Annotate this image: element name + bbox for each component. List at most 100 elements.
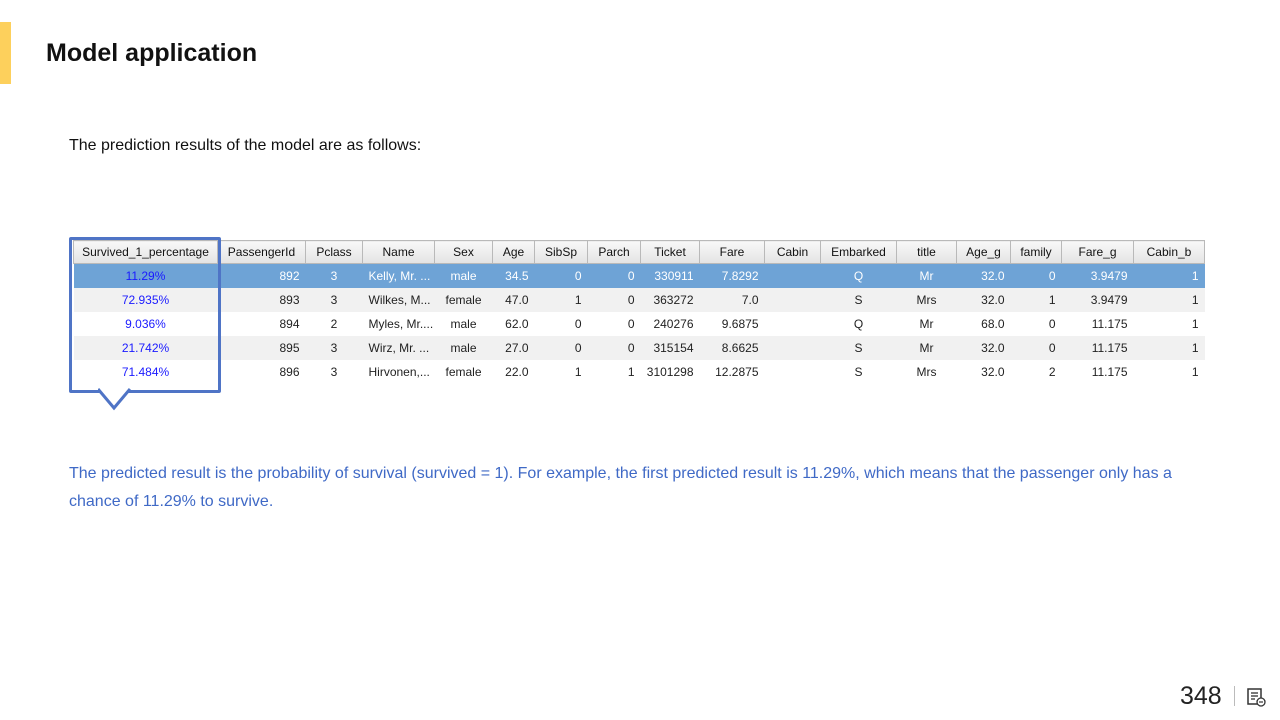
cell-parch: 0	[587, 312, 641, 336]
cell-sibsp: 1	[534, 360, 588, 384]
table-row[interactable]: 21.742% 895 3 Wirz, Mr. ... male 27.0 0 0 315154…	[73, 336, 1205, 360]
column-header-cabin-b[interactable]: Cabin_b	[1133, 240, 1205, 264]
cell-embarked: S	[820, 288, 897, 312]
table-row[interactable]: 9.036% 894 2 Myles, Mr.... male 62.0 0 0 240276 9…	[73, 312, 1205, 336]
cell-parch: 1	[587, 360, 641, 384]
cell-survived-percentage: 21.742%	[73, 336, 218, 360]
cell-family: 2	[1010, 360, 1062, 384]
cell-passenger-id: 893	[217, 288, 306, 312]
cell-sibsp: 0	[534, 263, 588, 288]
cell-ticket: 240276	[640, 312, 700, 336]
title-accent-bar	[0, 22, 11, 84]
cell-passenger-id: 895	[217, 336, 306, 360]
cell-pclass: 3	[305, 360, 363, 384]
column-header-parch[interactable]: Parch	[587, 240, 641, 264]
cell-cabin	[764, 360, 821, 384]
cell-sex: male	[434, 312, 493, 336]
cell-ticket: 3101298	[640, 360, 700, 384]
column-header-fare-g[interactable]: Fare_g	[1061, 240, 1134, 264]
cell-passenger-id: 892	[217, 263, 306, 288]
cell-embarked: Q	[820, 312, 897, 336]
cell-age-g: 32.0	[956, 336, 1011, 360]
cell-survived-percentage: 71.484%	[73, 360, 218, 384]
column-header-embarked[interactable]: Embarked	[820, 240, 897, 264]
cell-pclass: 2	[305, 312, 363, 336]
cell-title: Mrs	[896, 360, 957, 384]
cell-embarked: Q	[820, 263, 897, 288]
cell-parch: 0	[587, 288, 641, 312]
cell-name: Wirz, Mr. ...	[362, 336, 435, 360]
column-header-pclass[interactable]: Pclass	[305, 240, 363, 264]
column-header-survived-percentage[interactable]: Survived_1_percentage	[73, 240, 218, 264]
cell-fare-g: 3.9479	[1061, 263, 1134, 288]
cell-name: Kelly, Mr. ...	[362, 263, 435, 288]
cell-age-g: 32.0	[956, 360, 1011, 384]
intro-text: The prediction results of the model are …	[69, 137, 422, 154]
cell-sibsp: 1	[534, 288, 588, 312]
cell-fare: 8.6625	[699, 336, 765, 360]
table-row[interactable]: 71.484% 896 3 Hirvonen,... female 22.0 1 1 31012…	[73, 360, 1205, 384]
cell-cabin-b: 1	[1133, 312, 1205, 336]
cell-sex: female	[434, 288, 493, 312]
cell-passenger-id: 894	[217, 312, 306, 336]
cell-survived-percentage: 72.935%	[73, 288, 218, 312]
column-header-sex[interactable]: Sex	[434, 240, 493, 264]
cell-family: 0	[1010, 263, 1062, 288]
column-header-title[interactable]: title	[896, 240, 957, 264]
cell-name: Myles, Mr....	[362, 312, 435, 336]
cell-cabin-b: 1	[1133, 360, 1205, 384]
cell-survived-percentage: 11.29%	[73, 263, 218, 288]
cell-cabin	[764, 336, 821, 360]
explanation-text: The predicted result is the probability …	[69, 465, 1172, 510]
cell-cabin-b: 1	[1133, 263, 1205, 288]
column-header-age[interactable]: Age	[492, 240, 535, 264]
prediction-table-container: Survived_1_percentage PassengerId Pclass Na…	[73, 240, 1205, 384]
cell-name: Hirvonen,...	[362, 360, 435, 384]
cell-title: Mr	[896, 312, 957, 336]
column-header-ticket[interactable]: Ticket	[640, 240, 700, 264]
cell-age: 47.0	[492, 288, 535, 312]
cell-fare: 12.2875	[699, 360, 765, 384]
cell-pclass: 3	[305, 288, 363, 312]
cell-ticket: 363272	[640, 288, 700, 312]
cell-fare: 9.6875	[699, 312, 765, 336]
cell-cabin	[764, 288, 821, 312]
cell-sibsp: 0	[534, 336, 588, 360]
cell-pclass: 3	[305, 336, 363, 360]
cell-title: Mr	[896, 263, 957, 288]
cell-embarked: S	[820, 336, 897, 360]
column-header-name[interactable]: Name	[362, 240, 435, 264]
prediction-table: Survived_1_percentage PassengerId Pclass Na…	[73, 240, 1205, 384]
cell-age-g: 32.0	[956, 288, 1011, 312]
table-body: 11.29% 892 3 Kelly, Mr. ... male 34.5 0 0 330911…	[73, 263, 1205, 384]
cell-age: 27.0	[492, 336, 535, 360]
column-header-family[interactable]: family	[1010, 240, 1062, 264]
slide: Model application The prediction results…	[0, 0, 1280, 720]
cell-survived-percentage: 9.036%	[73, 312, 218, 336]
cell-title: Mrs	[896, 288, 957, 312]
cell-fare-g: 11.175	[1061, 360, 1134, 384]
cell-title: Mr	[896, 336, 957, 360]
cell-ticket: 330911	[640, 263, 700, 288]
column-header-age-g[interactable]: Age_g	[956, 240, 1011, 264]
cell-family: 0	[1010, 312, 1062, 336]
column-header-fare[interactable]: Fare	[699, 240, 765, 264]
cell-sex: male	[434, 263, 493, 288]
column-header-sibsp[interactable]: SibSp	[534, 240, 588, 264]
cell-cabin-b: 1	[1133, 336, 1205, 360]
cell-fare: 7.8292	[699, 263, 765, 288]
slide-title: Model application	[46, 39, 258, 67]
table-header-row: Survived_1_percentage PassengerId Pclass Na…	[73, 240, 1205, 264]
table-row[interactable]: 72.935% 893 3 Wilkes, M... female 47.0 1 0 36327…	[73, 288, 1205, 312]
cell-parch: 0	[587, 263, 641, 288]
cell-age-g: 32.0	[956, 263, 1011, 288]
cell-ticket: 315154	[640, 336, 700, 360]
column-header-cabin[interactable]: Cabin	[764, 240, 821, 264]
cell-name: Wilkes, M...	[362, 288, 435, 312]
cell-fare-g: 11.175	[1061, 336, 1134, 360]
column-header-passenger-id[interactable]: PassengerId	[217, 240, 306, 264]
notes-icon[interactable]	[1245, 686, 1267, 708]
page-number: 348	[1180, 682, 1222, 710]
cell-pclass: 3	[305, 263, 363, 288]
table-row[interactable]: 11.29% 892 3 Kelly, Mr. ... male 34.5 0 0 330911…	[73, 263, 1205, 288]
